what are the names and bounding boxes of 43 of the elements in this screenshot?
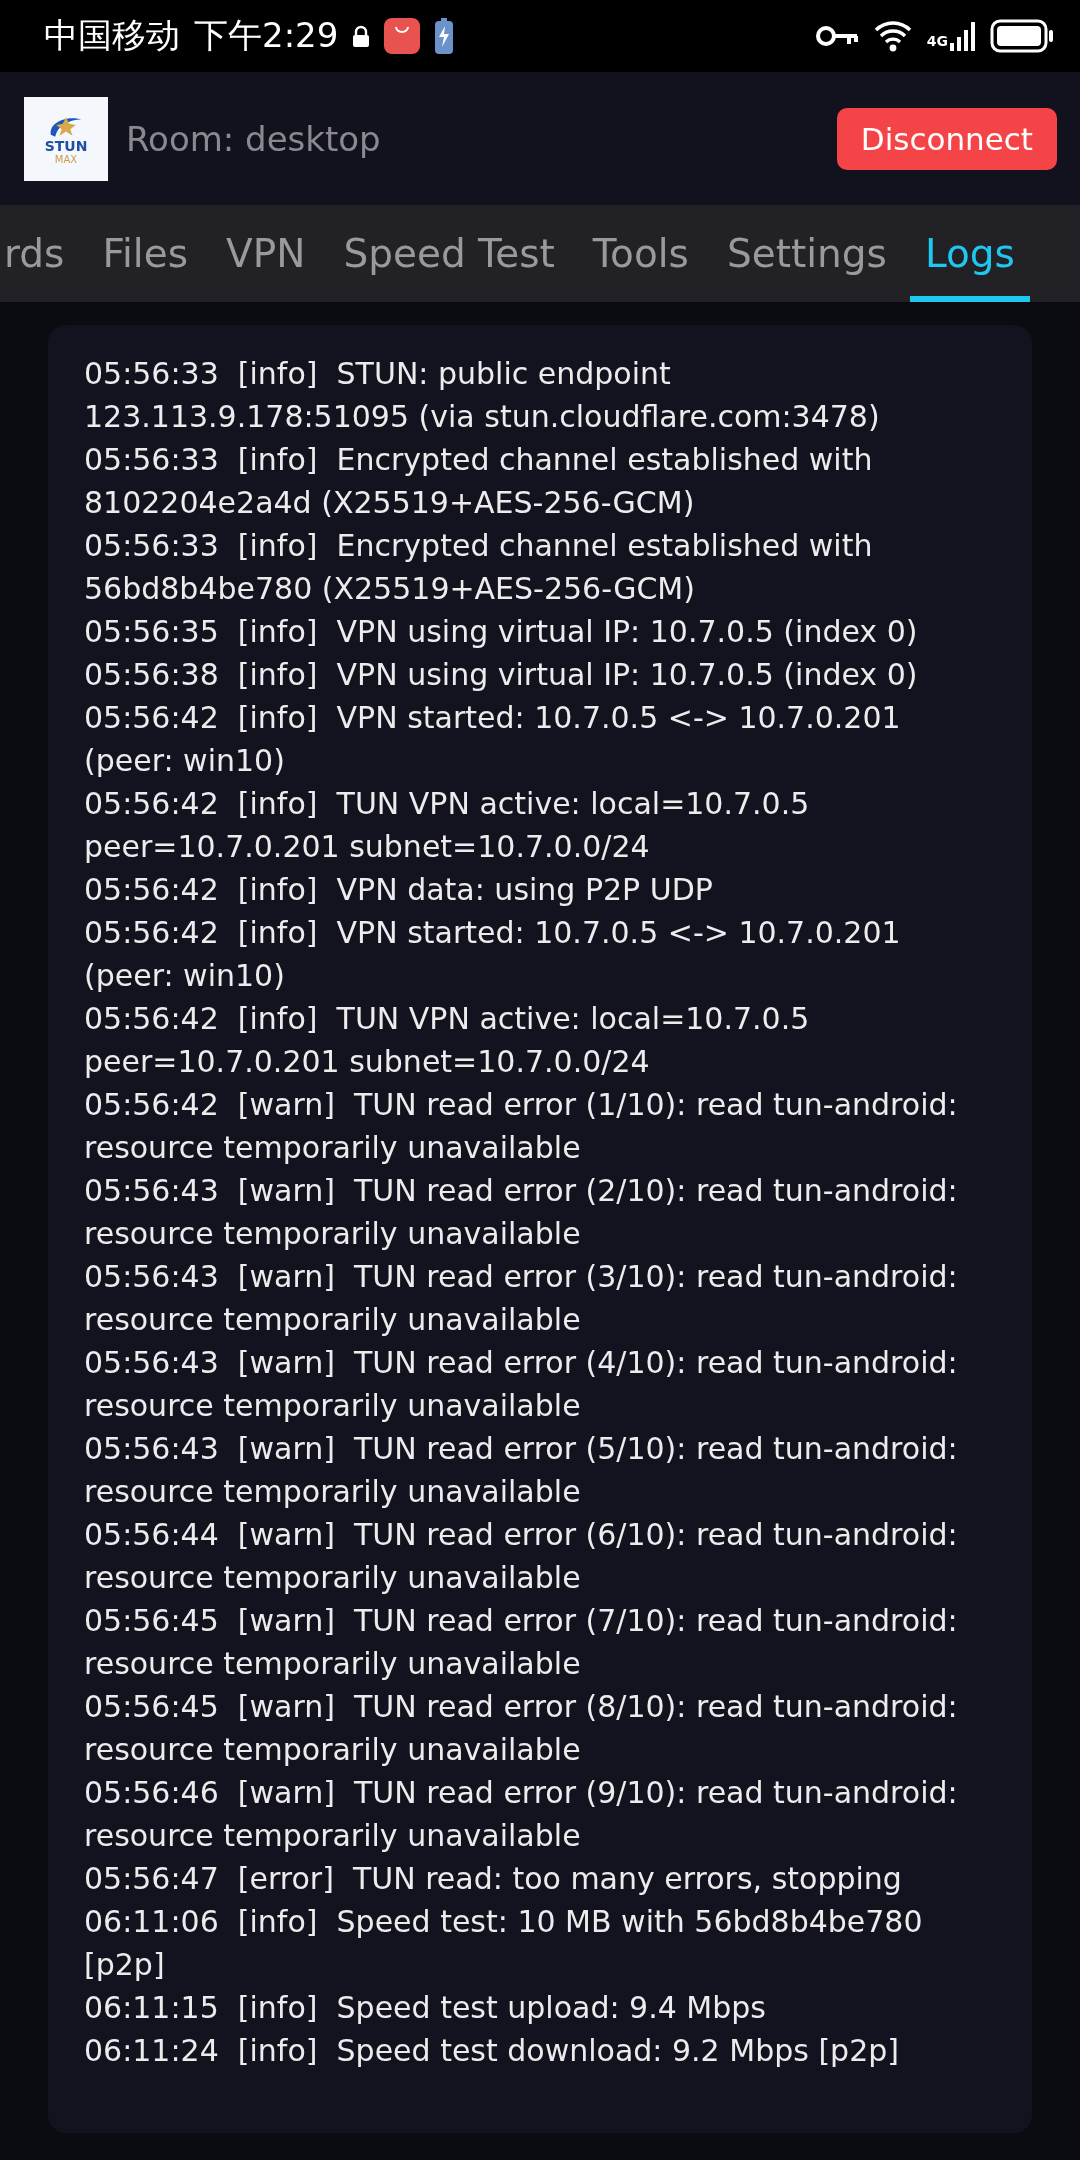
log-entry: 05:56:45 [warn] TUN read error (7/10): read tun-android: resource temporarily unavailable bbox=[84, 1602, 959, 1683]
log-entry: 05:56:43 [warn] TUN read error (2/10): read tun-android: resource temporarily unavailable bbox=[84, 1172, 959, 1253]
lock-icon bbox=[352, 25, 371, 47]
log-entry: 05:56:45 [warn] TUN read error (8/10): read tun-android: resource temporarily unavailable bbox=[84, 1688, 959, 1769]
disconnect-button[interactable]: Disconnect bbox=[836, 107, 1057, 170]
log-entry: 05:56:42 [warn] TUN read error (1/10): read tun-android: resource temporarily unavailable bbox=[84, 1086, 959, 1167]
log-entry: 06:11:24 [info] Speed test download: 9.2 Mbps [p2p] bbox=[84, 2032, 900, 2070]
shopping-bag-icon bbox=[384, 18, 421, 54]
log-entry: 05:56:42 [info] TUN VPN active: local=10.7.0.5 peer=10.7.0.201 subnet=10.7.0.0/24 bbox=[84, 785, 811, 866]
tab[interactable]: rds bbox=[4, 205, 80, 302]
log-entry: 05:56:44 [warn] TUN read error (6/10): read tun-android: resource temporarily unavailable bbox=[84, 1516, 959, 1597]
wifi-icon bbox=[872, 20, 913, 52]
log-entry: 05:56:46 [warn] TUN read error (9/10): read tun-android: resource temporarily unavailable bbox=[84, 1774, 959, 1855]
log-entry: 06:11:15 [info] Speed test upload: 9.4 Mbps bbox=[84, 1989, 767, 2027]
log-entry: 05:56:42 [info] VPN data: using P2P UDP bbox=[84, 871, 714, 909]
log-entry: 05:56:42 [info] TUN VPN active: local=10.7.0.5 peer=10.7.0.201 subnet=10.7.0.0/24 bbox=[84, 1000, 811, 1081]
carrier-name: 中国移动 bbox=[44, 14, 180, 57]
log-entry: 05:56:42 [info] VPN started: 10.7.0.5 <-> 10.7.0.201 (peer: win10) bbox=[84, 914, 902, 995]
log-entry: 05:56:35 [info] VPN using virtual IP: 10.7.0.5 (index 0) bbox=[84, 613, 919, 651]
app-logo: STUN MAX bbox=[24, 96, 108, 181]
tab[interactable]: Speed Test bbox=[328, 205, 570, 302]
log-entry: 05:56:43 [warn] TUN read error (3/10): read tun-android: resource temporarily unavailable bbox=[84, 1258, 959, 1339]
log-entry: 05:56:43 [warn] TUN read error (4/10): read tun-android: resource temporarily unavailable bbox=[84, 1344, 959, 1425]
clock: 下午2:29 bbox=[194, 14, 339, 57]
signal-icon bbox=[950, 21, 976, 51]
log-entry: 05:56:43 [warn] TUN read error (5/10): read tun-android: resource temporarily unavailable bbox=[84, 1430, 959, 1511]
network-type: 4G bbox=[926, 33, 948, 49]
tab[interactable]: Logs bbox=[909, 205, 1030, 302]
log-entry: 05:56:33 [info] Encrypted channel established with 56bd8b4be780 (X25519+AES-256-GCM) bbox=[84, 527, 874, 608]
log-entry: 05:56:33 [info] STUN: public endpoint 123.113.9.178:51095 (via stun.cloudflare.com:3478) bbox=[84, 355, 881, 436]
tab[interactable]: Settings bbox=[711, 205, 902, 302]
tab[interactable]: Tools bbox=[577, 205, 704, 302]
log-entry: 05:56:47 [error] TUN read: too many errors, stopping bbox=[84, 1860, 903, 1898]
log-entry: 05:56:33 [info] Encrypted channel established with 8102204e2a4d (X25519+AES-256-GCM) bbox=[84, 441, 874, 522]
charging-battery-icon bbox=[434, 18, 455, 54]
tab[interactable]: VPN bbox=[211, 205, 321, 302]
tab[interactable]: Files bbox=[87, 205, 204, 302]
log-entry: 06:11:06 [info] Speed test: 10 MB with 56bd8b4be780 [p2p] bbox=[84, 1903, 924, 1984]
room-name: Room: desktop bbox=[126, 118, 382, 159]
log-entry: 05:56:38 [info] VPN using virtual IP: 10.7.0.5 (index 0) bbox=[84, 656, 919, 694]
key-icon bbox=[814, 24, 859, 48]
log-entry: 05:56:42 [info] VPN started: 10.7.0.5 <-> 10.7.0.201 (peer: win10) bbox=[84, 699, 902, 780]
battery-icon bbox=[990, 19, 1054, 53]
